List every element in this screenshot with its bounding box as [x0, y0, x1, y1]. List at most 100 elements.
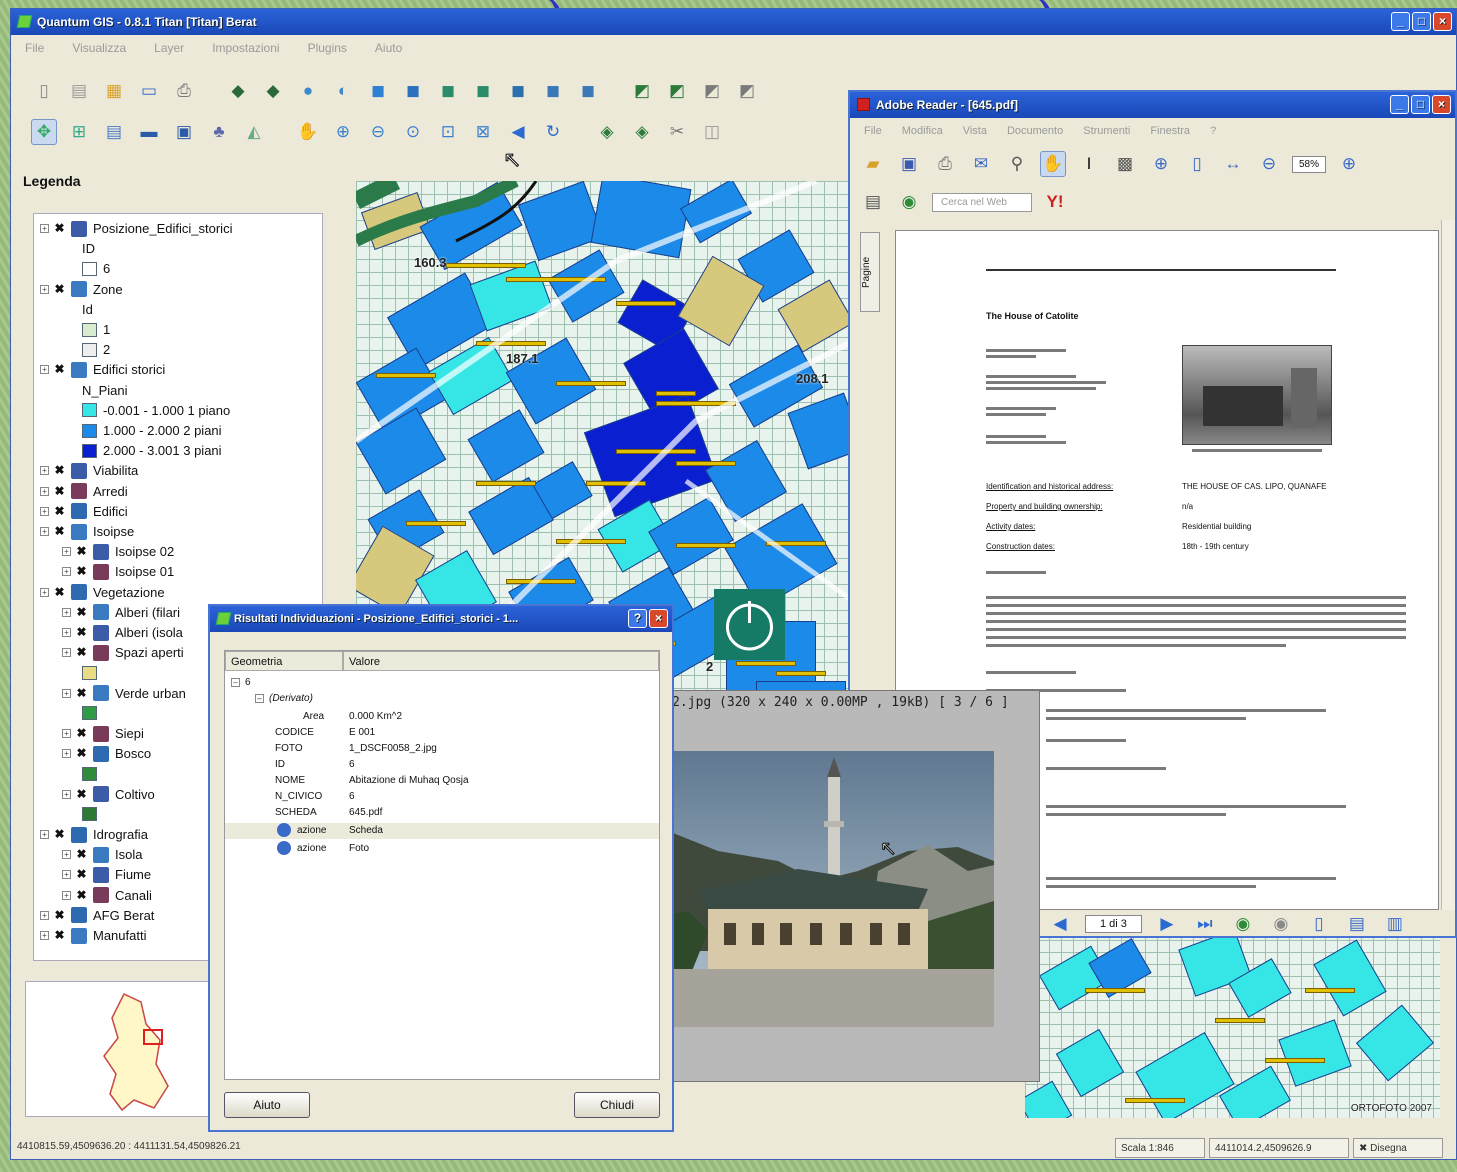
close-dialog-button[interactable]: Chiudi	[574, 1092, 660, 1118]
print-icon[interactable]: ⎙	[171, 78, 197, 104]
reader-menu-documento[interactable]: Documento	[1007, 120, 1063, 142]
reader-menu-file[interactable]: File	[864, 120, 882, 142]
hand-icon[interactable]: ✋	[295, 119, 321, 145]
layer-properties-icon[interactable]: ◼	[435, 78, 461, 104]
zoom-in-icon[interactable]: ⊕	[1336, 151, 1362, 177]
legend-row[interactable]: + ✖ AFG Berat	[40, 905, 154, 926]
menu-file[interactable]: File	[25, 37, 44, 59]
reader-menu-finestra[interactable]: Finestra	[1150, 120, 1190, 142]
prev-page-icon[interactable]: ◀	[1047, 911, 1073, 937]
col-valore[interactable]: Valore	[343, 651, 659, 671]
menu-visualizza[interactable]: Visualizza	[72, 37, 126, 59]
capture-poly-icon[interactable]: ◩	[734, 78, 760, 104]
continuous-icon[interactable]: ▤	[1344, 911, 1370, 937]
pdf-scrollbar[interactable]	[1441, 220, 1455, 910]
open-icon[interactable]: ▰	[860, 151, 886, 177]
edit-icon[interactable]: ◩	[629, 78, 655, 104]
visibility-checkbox[interactable]: ✖	[54, 485, 65, 497]
single-page-icon[interactable]: ▯	[1306, 911, 1332, 937]
visibility-checkbox[interactable]: ✖	[76, 848, 87, 860]
expand-icon[interactable]: +	[62, 749, 71, 759]
visibility-checkbox[interactable]: ✖	[54, 283, 65, 295]
building-polygon[interactable]	[1278, 1019, 1352, 1087]
action-gear-icon[interactable]	[277, 841, 291, 855]
legend-row[interactable]: + ✖ Posizione_Edifici_storici	[40, 218, 232, 239]
visibility-checkbox[interactable]: ✖	[54, 909, 65, 921]
visibility-checkbox[interactable]: ✖	[54, 828, 65, 840]
zoom-out-icon[interactable]: ⊖	[1256, 151, 1282, 177]
visibility-checkbox[interactable]: ✖	[54, 929, 65, 941]
zoom-last-icon[interactable]: ◀	[505, 119, 531, 145]
add-postgis-icon[interactable]: ◼	[365, 78, 391, 104]
visibility-checkbox[interactable]: ✖	[76, 747, 87, 759]
expand-icon[interactable]: +	[62, 890, 71, 900]
action-value[interactable]: Scheda	[349, 823, 383, 839]
legend-row[interactable]: + ✖ Fiume	[62, 864, 151, 885]
expand-icon[interactable]: +	[62, 850, 71, 860]
zoom-layer-icon[interactable]: ⊠	[470, 119, 496, 145]
legend-row[interactable]: + ✖ Edifici	[40, 501, 128, 522]
legend-row[interactable]: + ✖ Alberi (filari	[62, 602, 180, 623]
visibility-checkbox[interactable]: ✖	[76, 545, 87, 557]
zoom-selection-icon[interactable]: ⊡	[435, 119, 461, 145]
expand-icon[interactable]: +	[62, 688, 71, 698]
visibility-checkbox[interactable]: ✖	[54, 586, 65, 598]
expand-icon[interactable]: +	[40, 587, 49, 597]
actual-size-icon[interactable]: ▯	[1184, 151, 1210, 177]
page-counter[interactable]: 1 di 3	[1085, 915, 1142, 933]
save-project-icon[interactable]: ▦	[101, 78, 127, 104]
legend-row[interactable]: + ✖ Edifici storici	[40, 359, 165, 380]
snapshot-icon[interactable]: ▩	[1112, 151, 1138, 177]
visibility-checkbox[interactable]: ✖	[76, 868, 87, 880]
expand-icon[interactable]: +	[62, 729, 71, 738]
legend-row[interactable]: + ✖ Isola	[62, 844, 142, 865]
visibility-checkbox[interactable]: ✖	[54, 464, 65, 476]
help-question-button[interactable]: ?	[628, 609, 647, 628]
legend-row[interactable]: + ✖ Zone	[40, 279, 123, 300]
visibility-checkbox[interactable]: ✖	[76, 687, 87, 699]
add-wms-icon[interactable]: ◼	[400, 78, 426, 104]
render-checkbox[interactable]: ✖ Disegna	[1353, 1138, 1443, 1158]
web-search-input[interactable]: Cerca nel Web	[932, 192, 1032, 212]
remove-layer-icon[interactable]: ◼	[575, 78, 601, 104]
menu-layer[interactable]: Layer	[154, 37, 184, 59]
digitize-icon[interactable]: ◩	[664, 78, 690, 104]
capture-line-icon[interactable]: ◩	[699, 78, 725, 104]
menu-plugins[interactable]: Plugins	[308, 37, 347, 59]
zoom-out-icon[interactable]: ⊖	[365, 119, 391, 145]
expand-icon[interactable]: +	[62, 648, 71, 658]
measure-line-icon[interactable]: ✂	[664, 119, 690, 145]
action-value[interactable]: Foto	[349, 841, 369, 857]
legend-row[interactable]: + ✖ Bosco	[62, 743, 151, 764]
go-forward-icon[interactable]: ◉	[1268, 911, 1294, 937]
expand-icon[interactable]: –	[231, 678, 240, 687]
expand-icon[interactable]: +	[40, 830, 49, 839]
table-icon[interactable]: ▤	[101, 119, 127, 145]
go-back-icon[interactable]: ◉	[1230, 911, 1256, 937]
zoom-icon[interactable]: ⊕	[1148, 151, 1174, 177]
legend-row[interactable]: + ✖ Viabilita	[40, 460, 138, 481]
expand-icon[interactable]: +	[40, 931, 49, 940]
visibility-checkbox[interactable]: ✖	[54, 505, 65, 517]
select-text-icon[interactable]: I	[1076, 151, 1102, 177]
menu-aiuto[interactable]: Aiuto	[375, 37, 402, 59]
maximize-button[interactable]: □	[1412, 12, 1431, 31]
refresh-icon[interactable]: ↻	[540, 119, 566, 145]
measure-area-icon[interactable]: ◫	[699, 119, 725, 145]
expand-icon[interactable]: +	[40, 910, 49, 920]
visibility-checkbox[interactable]: ✖	[54, 222, 65, 234]
expand-icon[interactable]: +	[40, 527, 49, 536]
visibility-checkbox[interactable]: ✖	[76, 727, 87, 739]
open-project-icon[interactable]: ▤	[66, 78, 92, 104]
visibility-checkbox[interactable]: ✖	[76, 646, 87, 658]
menu-impostazioni[interactable]: Impostazioni	[212, 37, 279, 59]
overview-icon[interactable]: ◼	[470, 78, 496, 104]
hand-tool-icon[interactable]: ✋	[1040, 151, 1066, 177]
monitor-icon[interactable]: ▬	[136, 119, 162, 145]
close-button[interactable]: ×	[1433, 12, 1452, 31]
reader-menu-modifica[interactable]: Modifica	[902, 120, 943, 142]
forms-icon[interactable]: ◉	[896, 189, 922, 215]
expand-icon[interactable]: +	[40, 466, 49, 476]
reader-maximize-button[interactable]: □	[1411, 95, 1430, 114]
building-polygon[interactable]	[1025, 1080, 1073, 1118]
